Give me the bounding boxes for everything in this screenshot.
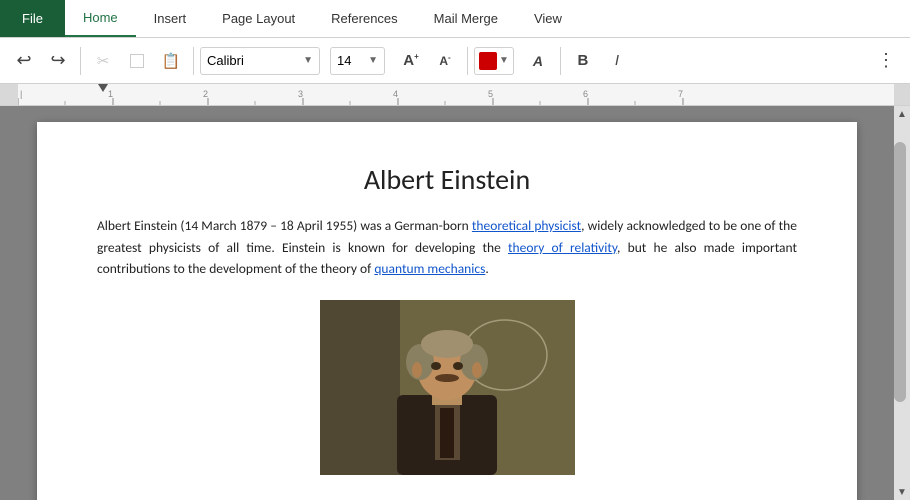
document-title: Albert Einstein — [97, 162, 797, 197]
ruler-right-margin — [894, 84, 910, 105]
menu-file[interactable]: File — [0, 0, 65, 37]
main-area: Albert Einstein Albert Einstein (14 Marc… — [0, 106, 910, 500]
copy-button[interactable] — [121, 45, 153, 77]
menu-insert[interactable]: Insert — [136, 0, 205, 37]
svg-text:|: | — [20, 89, 22, 99]
cut-icon: ✂ — [97, 52, 110, 70]
ruler: | 1 2 3 4 5 6 7 — [0, 84, 910, 106]
link-theoretical-physicist[interactable]: theoretical physicist — [472, 217, 581, 234]
scroll-down-button[interactable]: ▼ — [894, 484, 910, 500]
ruler-body: | 1 2 3 4 5 6 7 — [18, 84, 894, 105]
cut-button[interactable]: ✂ — [87, 45, 119, 77]
redo-icon: ↪ — [50, 50, 65, 71]
undo-button[interactable]: ↩ — [8, 45, 40, 77]
svg-text:3: 3 — [298, 89, 303, 99]
svg-text:1: 1 — [108, 89, 113, 99]
link-quantum-mechanics[interactable]: quantum mechanics — [374, 260, 485, 277]
ruler-left-margin — [0, 84, 18, 105]
svg-text:6: 6 — [583, 89, 588, 99]
font-size-selector[interactable]: 14 ▼ — [330, 47, 385, 75]
document-body: Albert Einstein (14 March 1879 – 18 Apri… — [97, 215, 797, 280]
clear-format-button[interactable]: A — [522, 45, 554, 77]
body-intro: Albert Einstein (14 March 1879 – 18 Apri… — [97, 217, 472, 234]
body-after-link3: . — [485, 260, 488, 277]
font-color-button[interactable]: ▼ — [474, 47, 514, 75]
font-shrink-button[interactable]: A- — [429, 45, 461, 77]
font-size-dropdown-icon: ▼ — [368, 55, 378, 66]
font-shrink-icon: A- — [439, 53, 450, 68]
scroll-track[interactable] — [894, 122, 910, 484]
document-page: Albert Einstein Albert Einstein (14 Marc… — [37, 122, 857, 500]
scroll-thumb[interactable] — [894, 142, 906, 402]
copy-icon — [130, 54, 144, 68]
italic-icon: I — [615, 52, 619, 69]
font-family-dropdown-icon: ▼ — [303, 55, 313, 66]
italic-button[interactable]: I — [601, 45, 633, 77]
vertical-scrollbar[interactable]: ▲ ▼ — [894, 106, 910, 500]
einstein-photo-svg: K — [320, 300, 575, 475]
svg-text:2: 2 — [203, 89, 208, 99]
menu-home[interactable]: Home — [65, 0, 136, 37]
menu-mail-merge[interactable]: Mail Merge — [416, 0, 516, 37]
menu-references[interactable]: References — [313, 0, 415, 37]
ruler-svg: | 1 2 3 4 5 6 7 — [18, 84, 894, 105]
clear-format-icon: A — [533, 53, 543, 69]
separator-1 — [80, 47, 81, 75]
font-family-selector[interactable]: Calibri ▼ — [200, 47, 320, 75]
menu-view[interactable]: View — [516, 0, 580, 37]
einstein-photo: K — [320, 300, 575, 475]
font-grow-icon: A+ — [403, 52, 419, 69]
bold-button[interactable]: B — [567, 45, 599, 77]
scroll-up-button[interactable]: ▲ — [894, 106, 910, 122]
svg-text:7: 7 — [678, 89, 683, 99]
separator-2 — [193, 47, 194, 75]
menu-bar: File Home Insert Page Layout References … — [0, 0, 910, 38]
more-options-button[interactable]: ⋮ — [870, 45, 902, 77]
menu-page-layout[interactable]: Page Layout — [204, 0, 313, 37]
toolbar: ↩ ↪ ✂ 📋 Calibri ▼ 14 ▼ A+ A- ▼ A B I — [0, 38, 910, 84]
svg-text:5: 5 — [488, 89, 493, 99]
font-color-dropdown-icon: ▼ — [499, 55, 509, 66]
undo-icon: ↩ — [16, 50, 31, 71]
document-area: Albert Einstein Albert Einstein (14 Marc… — [0, 106, 894, 500]
svg-text:4: 4 — [393, 89, 398, 99]
font-color-swatch — [479, 52, 497, 70]
paste-button[interactable]: 📋 — [155, 45, 187, 77]
more-options-icon: ⋮ — [877, 50, 895, 71]
link-theory-of-relativity[interactable]: theory of relativity — [508, 239, 617, 256]
redo-button[interactable]: ↪ — [42, 45, 74, 77]
paste-icon: 📋 — [162, 52, 181, 70]
font-grow-button[interactable]: A+ — [395, 45, 427, 77]
separator-3 — [467, 47, 468, 75]
bold-icon: B — [577, 52, 588, 69]
font-family-label: Calibri — [207, 53, 244, 68]
font-size-label: 14 — [337, 53, 351, 68]
ruler-indent-marker[interactable] — [98, 84, 108, 92]
separator-4 — [560, 47, 561, 75]
document-image-container: K — [97, 300, 797, 475]
